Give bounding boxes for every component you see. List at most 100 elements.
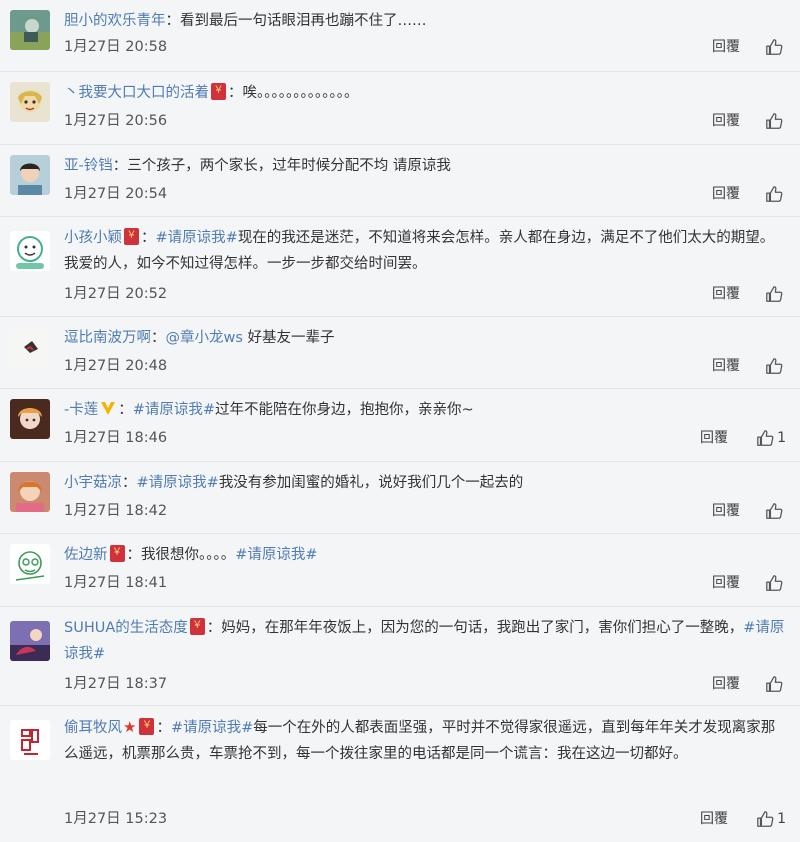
comment-body: 看到最后一句话眼泪再也蹦不住了…… <box>180 13 427 29</box>
thumbs-up-icon <box>766 286 783 302</box>
like-button[interactable] <box>765 673 786 695</box>
user-name-link[interactable]: SUHUA的生活态度 <box>64 620 188 636</box>
separator: ： <box>151 330 166 346</box>
avatar[interactable] <box>10 231 50 271</box>
hashtag-link[interactable]: #请原谅我# <box>171 720 253 736</box>
reply-button[interactable]: 回覆 <box>712 572 740 594</box>
user-name-link[interactable]: 偷耳牧风 <box>64 720 122 736</box>
timestamp: 1月27日 20:58 <box>64 39 168 55</box>
reply-button[interactable]: 回覆 <box>712 500 740 522</box>
mention-link[interactable]: @章小龙ws <box>166 330 243 346</box>
comment-text: -卡莲 ：#请原谅我#过年不能陪在你身边，抱抱你，亲亲你~ <box>64 397 786 423</box>
comment-body: 唉。。。。。。。。。。。。。 <box>242 85 359 101</box>
like-button[interactable] <box>765 355 786 377</box>
user-name-link[interactable]: 佐边新 <box>64 547 108 563</box>
separator: ： <box>206 620 222 636</box>
comment-body: 好基友一辈子 <box>242 330 335 346</box>
user-name-link[interactable]: -卡莲 <box>64 402 98 418</box>
reply-button[interactable]: 回覆 <box>712 673 740 695</box>
comment-body: 我很想你。。。。 <box>141 547 236 563</box>
red-envelope-icon <box>211 83 226 100</box>
reply-button[interactable]: 回覆 <box>712 283 740 305</box>
comment-meta: 1月27日 18:37 回覆 <box>64 673 786 695</box>
comment-text: 偷耳牧风★：#请原谅我#每一个在外的人都表面坚强，平时并不觉得家很遥远，直到每年… <box>64 714 786 767</box>
reply-button[interactable]: 回覆 <box>700 808 728 830</box>
reply-button[interactable]: 回覆 <box>712 36 740 58</box>
like-button[interactable] <box>765 36 786 58</box>
comment-text: 胆小的欢乐青年：看到最后一句话眼泪再也蹦不住了…… <box>64 8 786 34</box>
thumbs-up-icon <box>766 503 783 519</box>
avatar[interactable] <box>10 82 50 122</box>
avatar[interactable] <box>10 472 50 512</box>
avatar[interactable] <box>10 720 50 760</box>
avatar[interactable] <box>10 327 50 367</box>
like-button[interactable] <box>765 183 786 205</box>
red-envelope-icon <box>124 228 139 245</box>
thumbs-up-icon <box>757 430 774 446</box>
comment-item: 偷耳牧风★：#请原谅我#每一个在外的人都表面坚强，平时并不觉得家很遥远，直到每年… <box>0 706 800 842</box>
separator: ： <box>126 547 142 563</box>
comment-meta: 1月27日 20:58 回覆 <box>64 36 786 58</box>
red-star-icon: ★ <box>123 718 137 736</box>
reply-button[interactable]: 回覆 <box>712 355 740 377</box>
like-button[interactable]: 1 <box>756 427 786 449</box>
comment-body: 过年不能陪在你身边，抱抱你，亲亲你~ <box>215 402 474 418</box>
timestamp: 1月27日 18:42 <box>64 503 168 519</box>
user-name-link[interactable]: 丶我要大口大口的活着 <box>64 85 209 101</box>
comment-item: 小宇菇凉：#请原谅我#我没有参加闺蜜的婚礼，说好我们几个一起去的 1月27日 1… <box>0 462 800 534</box>
like-button[interactable] <box>765 110 786 132</box>
reply-button[interactable]: 回覆 <box>712 110 740 132</box>
avatar[interactable] <box>10 10 50 50</box>
separator: ： <box>122 475 137 491</box>
comment-meta: 1月27日 20:54 回覆 <box>64 183 786 205</box>
comment-item: 亚-铃铛：三个孩子，两个家长，过年时候分配不均 请原谅我 1月27日 20:54… <box>0 145 800 217</box>
timestamp: 1月27日 18:46 <box>64 430 168 446</box>
hashtag-link[interactable]: #请原谅我# <box>235 547 317 563</box>
separator: ： <box>156 720 171 736</box>
comment-item: 丶我要大口大口的活着 ：唉。。。。。。。。。。。。。 1月27日 20:56 回覆 <box>0 72 800 145</box>
separator: ： <box>228 85 243 101</box>
thumbs-up-icon <box>766 358 783 374</box>
user-name-link[interactable]: 小宇菇凉 <box>64 475 122 491</box>
like-button[interactable] <box>765 500 786 522</box>
reply-button[interactable]: 回覆 <box>700 427 728 449</box>
like-button[interactable] <box>765 283 786 305</box>
timestamp: 1月27日 20:54 <box>64 186 168 202</box>
thumbs-up-icon <box>766 676 783 692</box>
like-button[interactable]: 1 <box>756 808 786 830</box>
red-envelope-icon <box>189 618 205 635</box>
timestamp: 1月27日 20:56 <box>64 113 168 129</box>
thumbs-up-icon <box>766 575 783 591</box>
comment-text: 佐边新 ：我很想你。。。。#请原谅我# <box>64 542 786 568</box>
avatar[interactable] <box>10 399 50 439</box>
comment-body: 三个孩子，两个家长，过年时候分配不均 请原谅我 <box>127 158 451 174</box>
hashtag-link[interactable]: #请原谅我# <box>133 402 215 418</box>
user-name-link[interactable]: 胆小的欢乐青年 <box>64 13 166 29</box>
separator: ： <box>112 158 128 174</box>
thumbs-up-icon <box>757 811 774 827</box>
avatar[interactable] <box>10 621 50 661</box>
hashtag-link[interactable]: #请原谅我# <box>137 475 219 491</box>
verified-badge-icon <box>101 402 116 415</box>
comment-item: 小孩小颖：#请原谅我#现在的我还是迷茫，不知道将来会怎样。亲人都在身边，满足不了… <box>0 217 800 317</box>
comment-meta: 1月27日 20:48 回覆 <box>64 355 786 377</box>
separator: ： <box>165 13 181 29</box>
comment-body: 我没有参加闺蜜的婚礼，说好我们几个一起去的 <box>218 475 524 491</box>
hashtag-link[interactable]: #请原谅我# <box>156 230 238 246</box>
avatar[interactable] <box>10 544 50 584</box>
timestamp: 1月27日 15:23 <box>64 811 168 827</box>
comment-meta: 1月27日 18:46 回覆 1 <box>64 427 786 449</box>
comment-text: SUHUA的生活态度 ：妈妈，在那年年夜饭上，因为您的一句话，我跑出了家门，害你们… <box>64 615 786 667</box>
user-name-link[interactable]: 小孩小颖 <box>64 230 122 246</box>
timestamp: 1月27日 18:37 <box>64 676 168 692</box>
timestamp: 1月27日 18:41 <box>64 575 168 591</box>
comment-text: 丶我要大口大口的活着 ：唉。。。。。。。。。。。。。 <box>64 80 786 106</box>
user-name-link[interactable]: 逗比南波万啊 <box>64 330 151 346</box>
comment-item: 佐边新 ：我很想你。。。。#请原谅我# 1月27日 18:41 回覆 <box>0 534 800 607</box>
comment-item: -卡莲 ：#请原谅我#过年不能陪在你身边，抱抱你，亲亲你~ 1月27日 18:46… <box>0 389 800 462</box>
avatar[interactable] <box>10 155 50 195</box>
thumbs-up-icon <box>766 186 783 202</box>
like-button[interactable] <box>765 572 786 594</box>
reply-button[interactable]: 回覆 <box>712 183 740 205</box>
user-name-link[interactable]: 亚-铃铛 <box>64 158 113 174</box>
